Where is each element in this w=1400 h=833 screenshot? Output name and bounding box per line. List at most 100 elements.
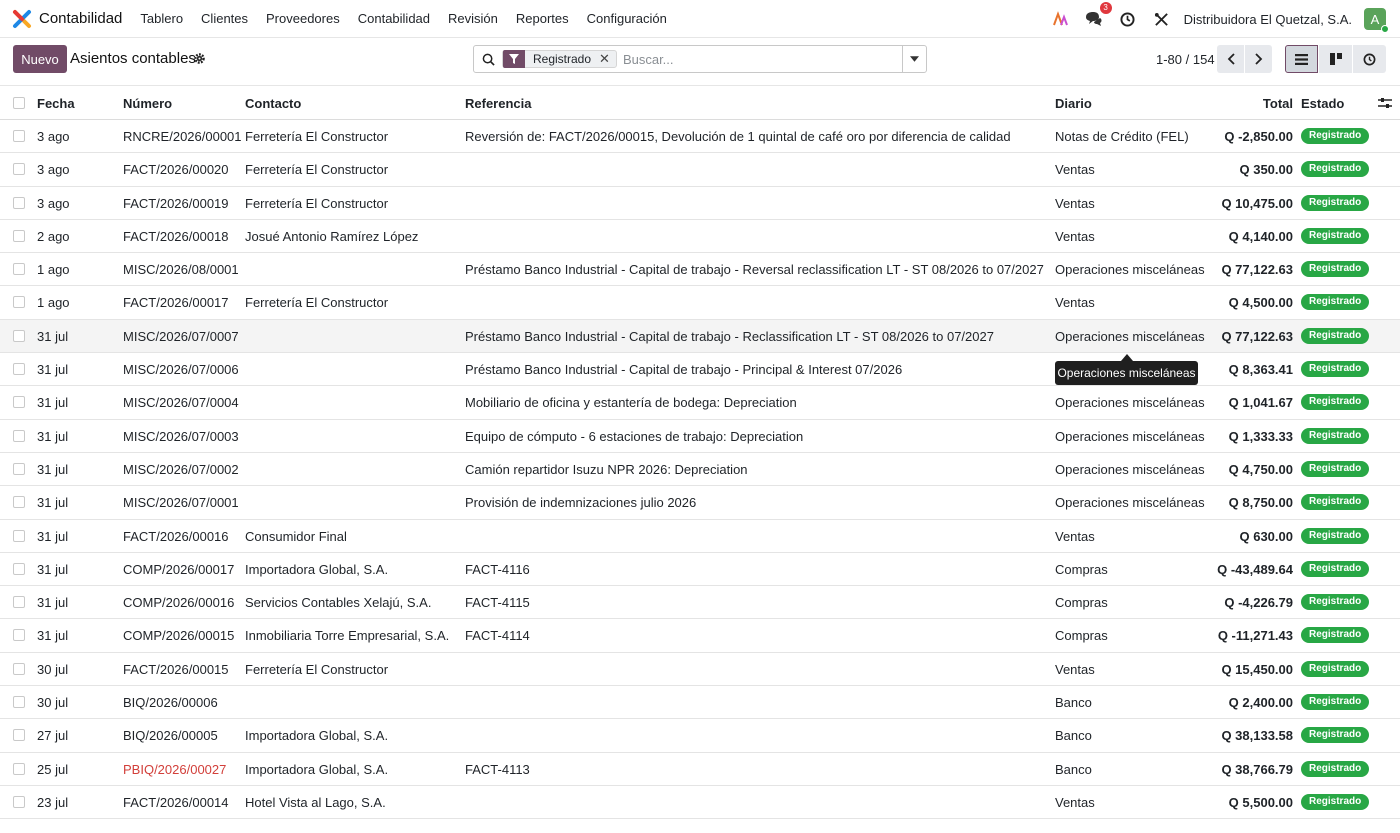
main-menu: Tablero Clientes Proveedores Contabilida… bbox=[140, 11, 684, 26]
user-avatar[interactable]: A bbox=[1364, 8, 1389, 33]
search-icon[interactable] bbox=[474, 46, 502, 72]
row-checkbox[interactable] bbox=[13, 163, 25, 176]
table-row[interactable]: 30 jul FACT/2026/00015 Ferretería El Const… bbox=[0, 653, 1400, 687]
row-checkbox[interactable] bbox=[13, 662, 25, 675]
cell-reference: FACT-4115 bbox=[465, 595, 530, 611]
menu-item-reportes[interactable]: Reportes bbox=[516, 11, 569, 26]
table-row[interactable]: 31 jul MISC/2026/07/0002 Camión repartidor… bbox=[0, 453, 1400, 487]
table-row[interactable]: 30 jul BIQ/2026/00006 Banco Q 2,400.00 Regis… bbox=[0, 686, 1400, 720]
gear-icon[interactable] bbox=[193, 52, 206, 65]
table-row[interactable]: 27 jul BIQ/2026/00005 Importadora Global, … bbox=[0, 719, 1400, 753]
list-view-button[interactable] bbox=[1285, 45, 1318, 73]
select-all-checkbox[interactable] bbox=[13, 97, 25, 109]
cell-number: MISC/2026/07/0003 bbox=[123, 428, 239, 444]
row-checkbox[interactable] bbox=[13, 729, 25, 742]
cell-total: Q 77,122.63 bbox=[1221, 262, 1293, 278]
table-row[interactable]: 25 jul PBIQ/2026/00027 Importadora Global,… bbox=[0, 753, 1400, 786]
kanban-view-button[interactable] bbox=[1319, 45, 1352, 73]
cell-number: FACT/2026/00016 bbox=[123, 528, 229, 544]
column-header-total[interactable]: Total bbox=[1263, 96, 1293, 111]
row-checkbox[interactable] bbox=[13, 363, 25, 376]
menu-item-configuracion[interactable]: Configuración bbox=[587, 11, 667, 26]
cell-journal: Compras bbox=[1055, 628, 1108, 644]
tools-icon[interactable] bbox=[1152, 9, 1172, 29]
brand[interactable]: Contabilidad bbox=[12, 9, 122, 29]
row-checkbox[interactable] bbox=[13, 496, 25, 509]
table-row[interactable]: 31 jul FACT/2026/00016 Consumidor Final Ven… bbox=[0, 520, 1400, 553]
table-row[interactable]: 2 ago FACT/2026/00018 Josué Antonio Ramíre… bbox=[0, 220, 1400, 254]
cell-contact: Ferretería El Constructor bbox=[245, 129, 389, 144]
menu-item-clientes[interactable]: Clientes bbox=[201, 11, 248, 26]
column-header-reference[interactable]: Referencia bbox=[465, 96, 531, 111]
company-switcher[interactable]: Distribuidora El Quetzal, S.A. bbox=[1184, 12, 1352, 27]
messages-icon[interactable]: 3 bbox=[1084, 2, 1112, 29]
filter-icon bbox=[503, 50, 525, 68]
table-row[interactable]: 31 jul MISC/2026/07/0004 Mobiliario de ofi… bbox=[0, 386, 1400, 420]
cell-total: Q 4,750.00 bbox=[1228, 461, 1293, 477]
row-checkbox[interactable] bbox=[13, 462, 25, 475]
column-header-journal[interactable]: Diario bbox=[1055, 96, 1092, 111]
row-checkbox[interactable] bbox=[13, 396, 25, 409]
status-badge: Registrado bbox=[1301, 394, 1369, 411]
row-checkbox[interactable] bbox=[13, 696, 25, 709]
table-row[interactable]: 3 ago FACT/2026/00019 Ferretería El Constr… bbox=[0, 187, 1400, 220]
table-row[interactable]: 31 jul MISC/2026/07/0003 Equipo de cómputo… bbox=[0, 420, 1400, 453]
row-checkbox[interactable] bbox=[13, 329, 25, 342]
pager-next-button[interactable] bbox=[1245, 45, 1272, 73]
cell-contact: Ferretería El Constructor bbox=[245, 295, 389, 311]
menu-item-contabilidad[interactable]: Contabilidad bbox=[358, 11, 430, 26]
cell-number: FACT/2026/00019 bbox=[123, 195, 229, 211]
table-row[interactable]: 1 ago MISC/2026/08/0001 Préstamo Banco Ind… bbox=[0, 253, 1400, 287]
activity-clock-icon[interactable] bbox=[1118, 9, 1138, 29]
cell-journal: Compras bbox=[1055, 561, 1108, 577]
menu-item-revision[interactable]: Revisión bbox=[448, 11, 498, 26]
control-panel: Nuevo Asientos contables Registrado ✕ 1-… bbox=[0, 38, 1400, 86]
table-row[interactable]: 31 jul COMP/2026/00017 Importadora Global,… bbox=[0, 553, 1400, 587]
menu-item-tablero[interactable]: Tablero bbox=[140, 11, 183, 26]
cell-reference: Provisión de indemnizaciones julio 2026 bbox=[465, 495, 697, 511]
row-checkbox[interactable] bbox=[13, 263, 25, 276]
pager-previous-button[interactable] bbox=[1217, 45, 1244, 73]
row-checkbox[interactable] bbox=[13, 429, 25, 442]
row-checkbox[interactable] bbox=[13, 762, 25, 775]
row-checkbox[interactable] bbox=[13, 229, 25, 242]
cell-journal: Banco bbox=[1055, 695, 1092, 711]
cell-contact: Importadora Global, S.A. bbox=[245, 761, 389, 777]
activity-view-button[interactable] bbox=[1353, 45, 1386, 73]
table-row[interactable]: 31 jul COMP/2026/00016 Servicios Contables… bbox=[0, 586, 1400, 620]
column-header-status[interactable]: Estado bbox=[1301, 96, 1344, 111]
column-header-contact[interactable]: Contacto bbox=[245, 96, 301, 111]
table-row[interactable]: 3 ago RNCRE/2026/00001 Ferretería El Const… bbox=[0, 120, 1400, 154]
new-button[interactable]: Nuevo bbox=[13, 45, 67, 73]
table-row[interactable]: 1 ago FACT/2026/00017 Ferretería El Constr… bbox=[0, 286, 1400, 320]
column-header-number[interactable]: Número bbox=[123, 96, 172, 111]
optional-columns-icon[interactable] bbox=[1378, 96, 1392, 110]
cell-journal: Notas de Crédito (FEL) bbox=[1055, 129, 1189, 144]
status-badge: Registrado bbox=[1301, 594, 1369, 611]
remove-facet-icon[interactable]: ✕ bbox=[599, 51, 616, 67]
row-checkbox[interactable] bbox=[13, 196, 25, 209]
table-row[interactable]: 23 jul FACT/2026/00014 Hotel Vista al Lago… bbox=[0, 786, 1400, 820]
table-row[interactable]: 31 jul MISC/2026/07/0001 Provisión de inde… bbox=[0, 486, 1400, 520]
row-checkbox[interactable] bbox=[13, 562, 25, 575]
table-row[interactable]: 3 ago FACT/2026/00020 Ferretería El Constr… bbox=[0, 153, 1400, 187]
row-checkbox[interactable] bbox=[13, 795, 25, 808]
facet-label: Registrado bbox=[533, 52, 592, 66]
cell-number: COMP/2026/00017 bbox=[123, 561, 235, 577]
ai-assistant-icon[interactable] bbox=[1050, 9, 1070, 29]
row-checkbox[interactable] bbox=[13, 130, 25, 142]
search-input[interactable] bbox=[622, 51, 903, 67]
table-row[interactable]: 31 jul COMP/2026/00015 Inmobiliaria Torre … bbox=[0, 619, 1400, 653]
row-checkbox[interactable] bbox=[13, 296, 25, 309]
row-checkbox[interactable] bbox=[13, 596, 25, 609]
cell-journal: Ventas bbox=[1055, 195, 1095, 211]
column-header-date[interactable]: Fecha bbox=[37, 96, 75, 111]
row-checkbox[interactable] bbox=[13, 529, 25, 542]
cell-date: 31 jul bbox=[37, 395, 69, 411]
status-badge: Registrado bbox=[1301, 128, 1369, 144]
search-options-toggle[interactable] bbox=[902, 46, 926, 72]
row-checkbox[interactable] bbox=[13, 629, 25, 642]
table-row[interactable]: 31 jul MISC/2026/07/0007 Préstamo Banco In… bbox=[0, 319, 1400, 354]
pager-value[interactable]: 1-80 / 154 bbox=[1156, 52, 1215, 67]
menu-item-proveedores[interactable]: Proveedores bbox=[266, 11, 340, 26]
